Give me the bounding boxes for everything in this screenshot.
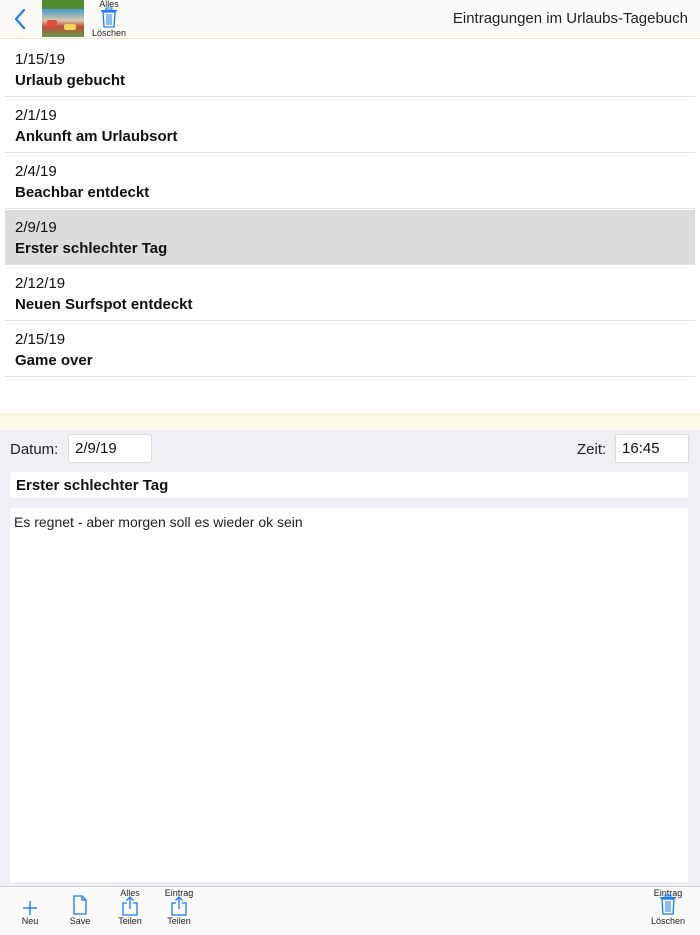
back-chevron-icon — [14, 8, 26, 30]
entry-title: Neuen Surfspot entdeckt — [15, 296, 193, 313]
diary-cover-thumbnail — [42, 0, 84, 37]
share-icon — [171, 896, 187, 916]
entry-date: 1/15/19 — [15, 51, 66, 68]
delete-all-label-bottom: Löschen — [92, 28, 127, 38]
share-all-button[interactable]: Alles Teilen — [110, 887, 150, 935]
delete-entry-button[interactable]: Eintrag Löschen — [648, 887, 688, 935]
list-item[interactable]: 2/12/19 Neuen Surfspot entdeckt — [5, 266, 695, 321]
share-all-label-bottom: Teilen — [118, 916, 142, 926]
date-label: Datum: — [10, 441, 59, 458]
entry-date: 2/15/19 — [15, 331, 66, 348]
top-navigation-bar: Alles Löschen Eintragungen im Urlaubs-Ta… — [0, 0, 700, 39]
bottom-toolbar: Neu Save Alles Teilen Eintrag Teilen Ein… — [0, 886, 700, 935]
list-item[interactable]: 1/15/19 Urlaub gebucht — [5, 42, 695, 97]
trash-icon — [660, 894, 676, 915]
entry-detail-panel: Datum: 2/9/19 Zeit: 16:45 Erster schlech… — [0, 430, 700, 890]
list-item[interactable]: 2/15/19 Game over — [5, 322, 695, 377]
entry-title: Beachbar entdeckt — [15, 184, 150, 201]
list-item[interactable]: 2/1/19 Ankunft am Urlaubsort — [5, 98, 695, 153]
date-field[interactable]: 2/9/19 — [68, 434, 152, 463]
delete-all-button[interactable]: Alles Löschen — [92, 0, 126, 38]
save-label: Save — [69, 916, 91, 926]
plus-icon — [23, 901, 37, 915]
entries-list: 1/15/19 Urlaub gebucht 2/1/19 Ankunft am… — [0, 40, 700, 416]
new-entry-label: Neu — [21, 916, 39, 926]
entry-date: 2/9/19 — [15, 219, 57, 236]
share-entry-button[interactable]: Eintrag Teilen — [159, 887, 199, 935]
entry-title: Erster schlechter Tag — [15, 240, 168, 257]
entry-date: 2/1/19 — [15, 107, 57, 124]
entry-text-area[interactable]: Es regnet - aber morgen soll es wieder o… — [10, 508, 688, 882]
entry-title: Game over — [15, 352, 93, 369]
entry-title: Ankunft am Urlaubsort — [15, 128, 178, 145]
entry-title-field[interactable]: Erster schlechter Tag — [10, 472, 688, 498]
new-entry-button[interactable]: Neu — [10, 887, 50, 935]
list-item-selected[interactable]: 2/9/19 Erster schlechter Tag — [5, 210, 695, 265]
delete-entry-label-bottom: Löschen — [650, 916, 686, 926]
section-divider — [0, 414, 700, 431]
entry-date: 2/4/19 — [15, 163, 57, 180]
page-title: Eintragungen im Urlaubs-Tagebuch — [452, 10, 688, 27]
share-icon — [122, 896, 138, 916]
share-entry-label-bottom: Teilen — [167, 916, 191, 926]
entry-date: 2/12/19 — [15, 275, 66, 292]
trash-icon — [101, 7, 117, 28]
time-field[interactable]: 16:45 — [615, 434, 689, 463]
save-button[interactable]: Save — [60, 887, 100, 935]
list-item[interactable]: 2/4/19 Beachbar entdeckt — [5, 154, 695, 209]
document-icon — [73, 895, 87, 915]
entry-title: Urlaub gebucht — [15, 72, 126, 89]
time-label: Zeit: — [577, 441, 607, 458]
back-button[interactable] — [8, 6, 32, 32]
